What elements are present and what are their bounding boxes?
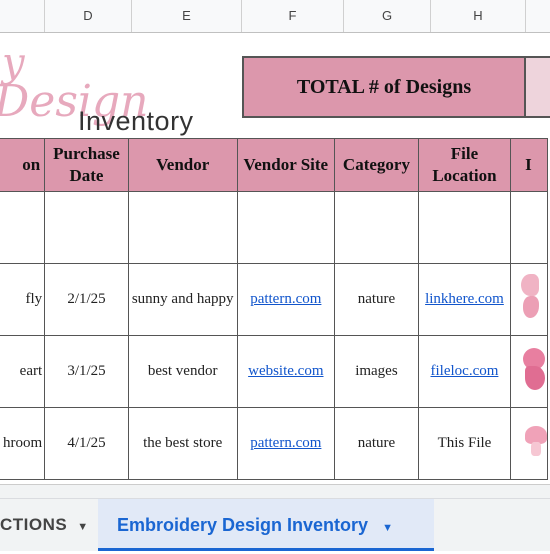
image-cell[interactable] xyxy=(510,263,548,336)
header-cell[interactable]: Category xyxy=(334,138,419,192)
column-header-d[interactable]: D xyxy=(45,0,132,32)
column-header-e[interactable]: E xyxy=(132,0,242,32)
table-cell[interactable] xyxy=(510,191,548,264)
table-row: hroom 4/1/25 the best store pattern.com … xyxy=(0,407,548,480)
table-cell[interactable] xyxy=(127,191,238,264)
vendor-site-link[interactable]: pattern.com xyxy=(250,291,321,307)
table-cell[interactable]: best vendor xyxy=(127,335,238,408)
total-designs-value-cell[interactable] xyxy=(526,56,550,118)
table-cell[interactable]: eart xyxy=(0,335,46,408)
table-cell[interactable] xyxy=(0,191,46,264)
table-cell[interactable]: pattern.com xyxy=(236,407,336,480)
total-designs-text: TOTAL # of Designs xyxy=(296,75,472,98)
image-cell[interactable] xyxy=(510,335,548,408)
table-cell[interactable] xyxy=(44,191,129,264)
chevron-down-icon[interactable]: ▼ xyxy=(382,522,393,534)
column-header-bar: D E F G H xyxy=(0,0,550,33)
table-cell[interactable]: 2/1/25 xyxy=(44,263,129,336)
sheet-tab-embroidery-design-inventory[interactable]: Embroidery Design Inventory ▼ xyxy=(98,499,434,551)
table-cell[interactable]: the best store xyxy=(127,407,238,480)
chevron-down-icon[interactable]: ▼ xyxy=(77,521,88,533)
header-cell[interactable]: Vendor xyxy=(127,138,238,192)
mushroom-image xyxy=(525,426,547,462)
header-cell[interactable]: Purchase Date xyxy=(44,138,129,192)
table-cell[interactable]: 4/1/25 xyxy=(44,407,129,480)
file-location-link[interactable]: fileloc.com xyxy=(431,363,499,379)
heart-image xyxy=(523,348,546,394)
image-cell[interactable] xyxy=(510,407,548,480)
sheet-bottom-gap xyxy=(0,484,550,499)
butterfly-image xyxy=(521,274,546,324)
table-cell[interactable]: images xyxy=(334,335,419,408)
total-designs-label[interactable]: TOTAL # of Designs xyxy=(242,56,526,118)
table-header-row: on Purchase Date Vendor Vendor Site Cate… xyxy=(0,138,548,192)
table-cell[interactable]: nature xyxy=(334,263,419,336)
file-location-link[interactable]: linkhere.com xyxy=(425,291,504,307)
table-cell[interactable]: website.com xyxy=(236,335,336,408)
sheet-tab-instructions[interactable]: CTIONS ▼ xyxy=(0,499,89,551)
vendor-site-link[interactable]: website.com xyxy=(248,363,323,379)
sheet-tab-label: Embroidery Design Inventory xyxy=(117,515,369,535)
table-cell[interactable]: hroom xyxy=(0,407,46,480)
header-cell[interactable]: I xyxy=(510,138,548,192)
sheet-tab-bar: CTIONS ▼ Embroidery Design Inventory ▼ xyxy=(0,498,550,551)
table-cell[interactable]: pattern.com xyxy=(236,263,336,336)
inventory-table: on Purchase Date Vendor Vendor Site Cate… xyxy=(0,138,548,480)
table-cell[interactable]: fileloc.com xyxy=(417,335,512,408)
table-cell[interactable]: fly xyxy=(0,263,46,336)
table-cell[interactable]: 3/1/25 xyxy=(44,335,129,408)
table-row: eart 3/1/25 best vendor website.com imag… xyxy=(0,335,548,408)
table-cell[interactable] xyxy=(236,191,336,264)
table-row: fly 2/1/25 sunny and happy pattern.com n… xyxy=(0,263,548,336)
header-cell[interactable]: Vendor Site xyxy=(236,138,336,192)
header-cell[interactable]: on xyxy=(0,138,46,192)
column-header-f[interactable]: F xyxy=(242,0,344,32)
column-header-h[interactable]: H xyxy=(431,0,526,32)
table-cell[interactable]: linkhere.com xyxy=(417,263,512,336)
table-cell[interactable] xyxy=(334,191,419,264)
table-cell[interactable] xyxy=(417,191,512,264)
vendor-site-link[interactable]: pattern.com xyxy=(250,435,321,451)
table-cell[interactable]: This File xyxy=(417,407,512,480)
table-cell[interactable]: sunny and happy xyxy=(127,263,238,336)
sheet-tab-label: CTIONS xyxy=(0,515,68,534)
column-header-g[interactable]: G xyxy=(344,0,431,32)
logo-inventory-word: Inventory xyxy=(78,106,194,136)
header-cell[interactable]: File Location xyxy=(417,138,512,192)
table-cell[interactable]: nature xyxy=(334,407,419,480)
column-header-c[interactable] xyxy=(0,0,45,32)
column-header-i[interactable] xyxy=(526,0,550,32)
table-row xyxy=(0,191,548,264)
